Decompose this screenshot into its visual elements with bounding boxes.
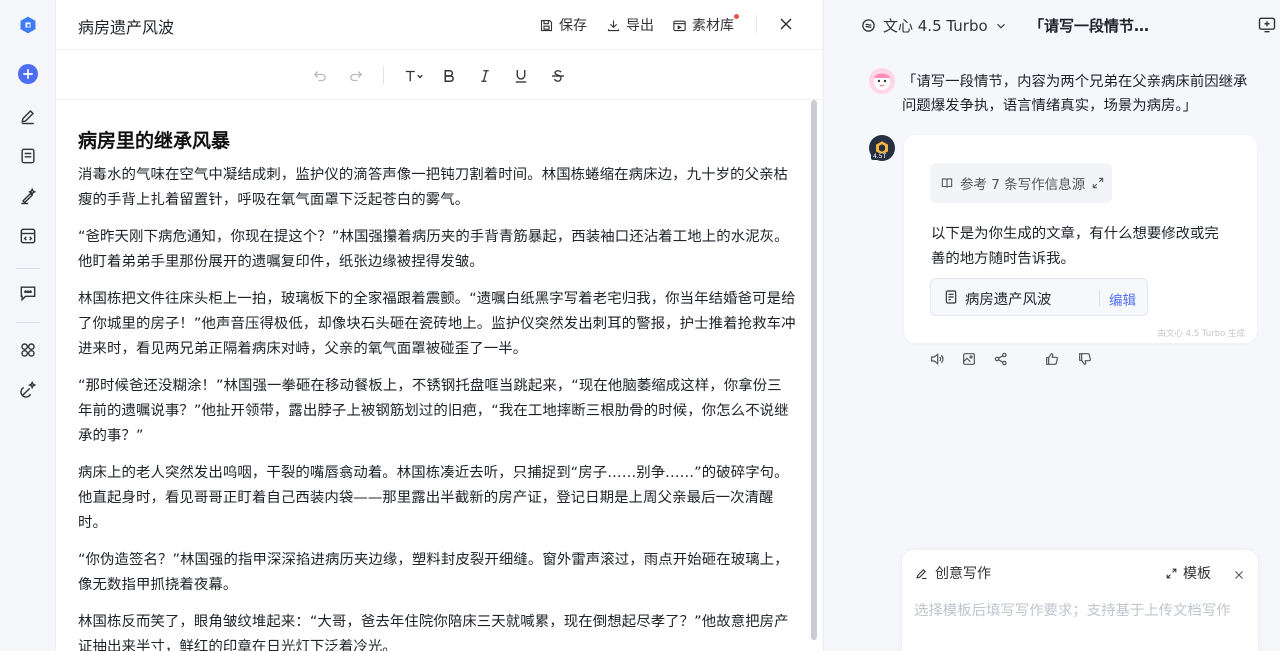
generated-document-card[interactable]: 病房遗产风波 编辑 xyxy=(930,278,1148,316)
close-compose-button[interactable] xyxy=(1233,566,1245,579)
download-icon xyxy=(607,20,620,31)
read-aloud-button[interactable] xyxy=(929,351,945,367)
model-name: 文心 4.5 Turbo xyxy=(883,17,988,35)
export-button[interactable]: 导出 xyxy=(606,15,654,35)
document-icon[interactable] xyxy=(14,142,42,170)
paragraph: “你伪造签名？”林国强的指甲深深掐进病历夹边缘，塑料封皮裂开细缝。窗外雷声滚过，… xyxy=(78,552,789,593)
editor-body[interactable]: 病房里的继承风暴 消毒水的气味在空气中凝结成刺，监护仪的滴答声像一把钝刀割着时间… xyxy=(56,100,822,651)
bot-model-badge: 4.5T xyxy=(871,153,889,160)
user-avatar xyxy=(869,68,895,94)
document-icon xyxy=(945,290,957,304)
new-chat-icon xyxy=(1258,17,1276,33)
chat-icon[interactable] xyxy=(14,279,42,307)
chat-panel: 文心 4.5 Turbo 「请写一段情节… 「请写一段情节，内容为两个兄弟在父亲… xyxy=(823,0,1280,651)
user-message: 「请写一段情节，内容为两个兄弟在父亲病床前因继承问题爆发争执，语言情绪真实，场景… xyxy=(902,74,1248,114)
save-label: 保存 xyxy=(559,18,587,34)
document-card-title: 病房遗产风波 xyxy=(965,292,1052,308)
export-label: 导出 xyxy=(626,18,654,34)
like-button[interactable] xyxy=(1044,351,1060,367)
pen-icon[interactable] xyxy=(14,102,42,130)
book-icon xyxy=(941,178,953,188)
generated-by-note: 由文心 4.5 Turbo 生成 xyxy=(1157,329,1245,339)
creative-writing-tag[interactable]: 创意写作 xyxy=(914,563,991,583)
italic-icon xyxy=(481,70,489,82)
template-label: 模板 xyxy=(1183,566,1211,582)
image-button[interactable] xyxy=(961,351,977,367)
italic-button[interactable] xyxy=(475,66,495,86)
expand-icon xyxy=(1092,177,1104,189)
new-plus-icon[interactable] xyxy=(14,60,42,88)
dislike-button[interactable] xyxy=(1077,351,1093,367)
save-icon xyxy=(540,19,553,31)
bot-message: 以下是为你生成的文章，有什么想要修改或完善的地方随时告诉我。 xyxy=(931,226,1219,267)
strikethrough-icon xyxy=(552,70,564,82)
apps-grid-icon[interactable] xyxy=(14,336,42,364)
close-icon xyxy=(780,18,792,30)
document-card-divider xyxy=(1099,290,1100,306)
rail-divider xyxy=(16,322,40,323)
bot-response-card: 参考 7 条写作信息源 以下是为你生成的文章，有什么想要修改或完善的地方随时告诉… xyxy=(904,135,1257,343)
new-conversation-button[interactable] xyxy=(1257,15,1277,35)
header-divider xyxy=(756,15,757,33)
undo-icon xyxy=(313,71,326,82)
document-content[interactable]: 病房里的继承风暴 消毒水的气味在空气中凝结成刺，监护仪的滴答声像一把钝刀割着时间… xyxy=(78,128,796,651)
paragraph: 林国栋把文件往床头柜上一拍，玻璃板下的全家福跟着震颤。“遗嘱白纸黑字写着老宅归我… xyxy=(78,291,796,357)
left-rail xyxy=(0,0,56,651)
close-editor-button[interactable] xyxy=(776,14,796,34)
editor-header: 病房遗产风波 保存 导出 素材库 xyxy=(56,0,822,50)
reference-sources-button[interactable]: 参考 7 条写作信息源 xyxy=(930,163,1112,203)
editor-scrollbar[interactable] xyxy=(811,100,817,640)
compose-title-label: 创意写作 xyxy=(935,566,991,582)
notification-dot xyxy=(734,14,739,19)
compose-box: 创意写作 模板 xyxy=(902,550,1258,651)
paragraph: 林国栋反而笑了，眼角皱纹堆起来：“大哥，爸去年住院你陪床三天就喊累，现在倒想起尽… xyxy=(78,614,789,651)
document-title[interactable]: 病房遗产风波 xyxy=(78,14,174,38)
share-icon xyxy=(994,352,1007,366)
speaker-icon xyxy=(931,353,944,365)
undo-button[interactable] xyxy=(310,66,330,86)
paragraph: “爸昨天刚下病危通知，你现在提这个？”林国强攥着病历夹的手背青筋暴起，西装袖口还… xyxy=(78,229,789,270)
magic-pen-icon[interactable] xyxy=(14,182,42,210)
thumbs-up-icon xyxy=(1046,353,1058,365)
bold-icon xyxy=(444,70,454,82)
rail-divider xyxy=(16,268,40,269)
expand-arrows-icon xyxy=(1166,568,1177,578)
thumbs-down-icon xyxy=(1079,353,1091,365)
underline-icon xyxy=(515,70,527,83)
format-toolbar xyxy=(56,50,822,100)
paragraph: 消毒水的气味在空气中凝结成刺，监护仪的滴答声像一把钝刀割着时间。林国栋蜷缩在病床… xyxy=(78,167,789,208)
close-icon xyxy=(1235,571,1243,579)
redo-icon xyxy=(350,71,363,82)
chevron-down-icon xyxy=(996,23,1005,29)
sparkle-icon[interactable] xyxy=(14,376,42,404)
image-icon xyxy=(963,353,975,365)
model-selector[interactable]: 文心 4.5 Turbo xyxy=(860,15,1008,36)
library-label: 素材库 xyxy=(692,18,734,34)
conversation-title: 「请写一段情节… xyxy=(1029,17,1150,35)
compose-input[interactable] xyxy=(914,603,1254,619)
toolbar-divider xyxy=(383,66,384,84)
reference-label: 参考 7 条写作信息源 xyxy=(960,177,1086,193)
strikethrough-button[interactable] xyxy=(548,66,568,86)
document-editor: 病房遗产风波 保存 导出 素材库 病房里的继承风暴 消毒水的气味在空气中凝结成刺… xyxy=(56,0,822,651)
save-button[interactable]: 保存 xyxy=(539,15,587,35)
app-logo-icon[interactable] xyxy=(14,11,42,39)
material-library-button[interactable]: 素材库 xyxy=(672,15,734,35)
model-icon xyxy=(862,19,875,32)
template-button[interactable]: 模板 xyxy=(1165,563,1211,583)
paragraph: “那时候爸还没糊涂！”林国强一拳砸在移动餐板上，不锈钢托盘哐当跳起来，“现在他脑… xyxy=(78,378,789,444)
share-button[interactable] xyxy=(993,351,1009,367)
text-size-icon xyxy=(405,70,423,82)
text-style-dropdown[interactable] xyxy=(402,66,426,86)
bold-button[interactable] xyxy=(439,66,459,86)
underline-button[interactable] xyxy=(511,66,531,86)
article-heading: 病房里的继承风暴 xyxy=(78,130,231,152)
code-doc-icon[interactable] xyxy=(14,222,42,250)
paragraph: 病床上的老人突然发出呜咽，干裂的嘴唇翕动着。林国栋凑近去听，只捕捉到“房子……别… xyxy=(78,465,789,531)
edit-document-link[interactable]: 编辑 xyxy=(1109,289,1136,309)
pen-icon xyxy=(916,568,927,579)
redo-button[interactable] xyxy=(346,66,366,86)
library-icon xyxy=(673,20,686,31)
